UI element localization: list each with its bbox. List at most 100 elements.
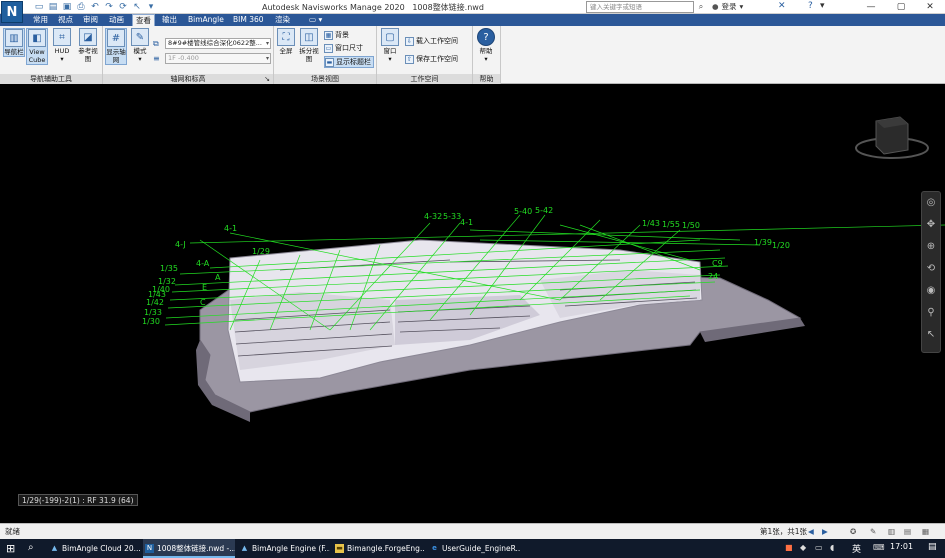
help-icon[interactable]: ?: [808, 1, 813, 11]
background-button[interactable]: ▦ 背景: [324, 30, 349, 40]
performance-icon[interactable]: ✪: [850, 524, 856, 539]
grid-label: 5-40: [514, 207, 532, 216]
pencil-icon[interactable]: ✎: [870, 524, 876, 539]
windows-start-icon[interactable]: ⊞: [6, 542, 15, 555]
load-workspace-button[interactable]: ⇩ 载入工作空间: [405, 36, 458, 46]
quick-access-toolbar: ▭ ▤ ▣ ⎙ ↶ ↷ ⟳ ↖ ▾: [34, 2, 156, 12]
grid-model-select[interactable]: 8#9#楼管线综合深化0622整... ▾: [165, 38, 271, 49]
prev-page-icon[interactable]: ◀: [808, 524, 814, 539]
user-icon: ●: [712, 2, 719, 11]
grid-label: 1/55: [662, 220, 680, 229]
show-grid-button[interactable]: # 显示轴网: [105, 28, 127, 65]
search-icon[interactable]: ⌕: [28, 542, 34, 553]
grid-label: 5-33: [443, 212, 461, 221]
taskbar-item[interactable]: ▬ Bimangle.ForgeEng...: [333, 539, 425, 558]
cube-icon: ◧: [28, 29, 46, 47]
view-cube[interactable]: [855, 116, 929, 159]
tab-bim360[interactable]: BIM 360: [230, 14, 267, 26]
exchange-icon[interactable]: ✕: [778, 1, 786, 11]
tab-animation[interactable]: 动画: [106, 14, 127, 26]
hud-button[interactable]: ⌗ HUD ▾: [51, 28, 73, 63]
chevron-down-icon[interactable]: ▾: [820, 1, 825, 11]
select-icon[interactable]: ↖: [922, 324, 940, 346]
tab-viewpoint[interactable]: 视点: [55, 14, 76, 26]
tab-render[interactable]: 渲染: [272, 14, 293, 26]
help-button[interactable]: ? 帮助 ▾: [475, 28, 497, 63]
tray-app-icon[interactable]: ◆: [800, 543, 806, 552]
save-workspace-button[interactable]: ⇧ 保存工作空间: [405, 54, 458, 64]
pan-icon[interactable]: ✥: [922, 214, 940, 236]
model-icon: ⧉: [153, 39, 159, 48]
new-icon[interactable]: ▭: [34, 2, 44, 12]
tab-bimangle[interactable]: BimAngle: [185, 14, 227, 26]
tab-view[interactable]: 查看: [132, 14, 155, 26]
clock[interactable]: 17:01: [890, 542, 913, 551]
grid-label: 4-J: [175, 240, 186, 249]
view-cube-button[interactable]: ◧ View Cube: [26, 28, 48, 65]
tab-output[interactable]: 输出: [159, 14, 180, 26]
window-size-button[interactable]: ▭ 窗口尺寸: [324, 43, 363, 53]
application-menu-button[interactable]: N: [1, 1, 23, 23]
reference-view-button[interactable]: ◪ 参考视图: [77, 28, 99, 63]
help-icon: ?: [477, 28, 495, 46]
model-view[interactable]: 4-J 4-1 4-32 5-33 5-40 5-42 4-1 1/35 4-A…: [0, 85, 945, 523]
print-icon[interactable]: ⎙: [76, 2, 86, 12]
network-icon[interactable]: ▭: [815, 543, 823, 552]
dropdown-icon[interactable]: ▾: [146, 2, 156, 12]
refresh-icon[interactable]: ⟳: [118, 2, 128, 12]
search-input[interactable]: 键入关键字或短语: [586, 1, 694, 13]
grid-label: 4-1: [224, 224, 237, 233]
close-button[interactable]: ✕: [915, 0, 945, 14]
tray-app-icon[interactable]: ■: [785, 543, 793, 552]
maximize-button[interactable]: ▢: [886, 0, 916, 14]
taskbar-item[interactable]: N 1008整体链接.nwd -...: [143, 539, 235, 558]
next-page-icon[interactable]: ▶: [822, 524, 828, 539]
fullscreen-button[interactable]: ⛶ 全屏: [275, 28, 297, 55]
grid-icon: #: [107, 29, 125, 47]
split-view-icon: ◫: [300, 28, 318, 46]
taskbar-item[interactable]: ▲ BimAngle Cloud 20...: [48, 539, 140, 558]
panel-title: 导航辅助工具: [0, 74, 102, 84]
nav-bar-button[interactable]: ▥ 导航栏: [3, 28, 25, 57]
sign-in[interactable]: ● 登录 ▾: [712, 1, 743, 12]
tab-home[interactable]: 常用: [30, 14, 51, 26]
split-view-button[interactable]: ◫ 拆分视图: [298, 28, 320, 63]
taskbar-item[interactable]: e UserGuide_EngineR...: [428, 539, 520, 558]
scene-viewport[interactable]: 4-J 4-1 4-32 5-33 5-40 5-42 4-1 1/35 4-A…: [0, 85, 945, 523]
walk-icon[interactable]: ⚲: [922, 302, 940, 324]
search-icon[interactable]: ⌕: [695, 1, 707, 13]
panel-launcher-icon[interactable]: ↘: [264, 74, 270, 84]
select-icon[interactable]: ↖: [132, 2, 142, 12]
minimize-button[interactable]: —: [856, 0, 886, 14]
show-titlebar-button[interactable]: ▬ 显示标题栏: [324, 56, 374, 68]
ime-indicator[interactable]: 英: [852, 542, 861, 555]
orbit-icon[interactable]: ⟲: [922, 258, 940, 280]
taskbar-item[interactable]: ▲ BimAngle Engine (F...: [238, 539, 330, 558]
grid-label: 4-1: [460, 218, 473, 227]
steering-wheel-icon[interactable]: ◎: [922, 192, 940, 214]
memory-icon: ▥: [888, 527, 896, 536]
open-icon[interactable]: ▤: [48, 2, 58, 12]
redo-icon[interactable]: ↷: [104, 2, 114, 12]
grid-label: 1/29: [252, 247, 270, 256]
ribbon-options-button[interactable]: ▭ ▾: [306, 14, 325, 26]
window-button[interactable]: ▢ 窗口 ▾: [379, 28, 401, 63]
level-select[interactable]: 1F -0.400 ▾: [165, 53, 271, 64]
tab-review[interactable]: 审阅: [80, 14, 101, 26]
status-bar: 就绪 第1张，共1张 ◀ ▶ ✪ ✎ ▥ ▤ ▦: [0, 523, 945, 539]
title-bar: N ▭ ▤ ▣ ⎙ ↶ ↷ ⟳ ↖ ▾ Autodesk Navisworks …: [0, 0, 945, 23]
panel-navigation-aids: ▥ 导航栏 ◧ View Cube ⌗ HUD ▾ ◪ 参考视图 导航辅助工具: [0, 26, 103, 84]
window-title: Autodesk Navisworks Manage 2020 1008整体链接…: [262, 3, 484, 12]
look-icon[interactable]: ◉: [922, 280, 940, 302]
background-icon: ▦: [324, 30, 333, 40]
load-workspace-icon: ⇩: [405, 36, 414, 46]
volume-icon[interactable]: ◖: [830, 543, 834, 552]
grid-mode-button[interactable]: ✎ 模式 ▾: [129, 28, 151, 63]
grid-label: 1/50: [682, 221, 700, 230]
save-icon[interactable]: ▣: [62, 2, 72, 12]
undo-icon[interactable]: ↶: [90, 2, 100, 12]
zoom-icon[interactable]: ⊕: [922, 236, 940, 258]
notification-icon[interactable]: ▤: [928, 542, 937, 552]
status-text: 就绪: [5, 527, 20, 536]
keyboard-icon[interactable]: ⌨: [873, 543, 885, 552]
